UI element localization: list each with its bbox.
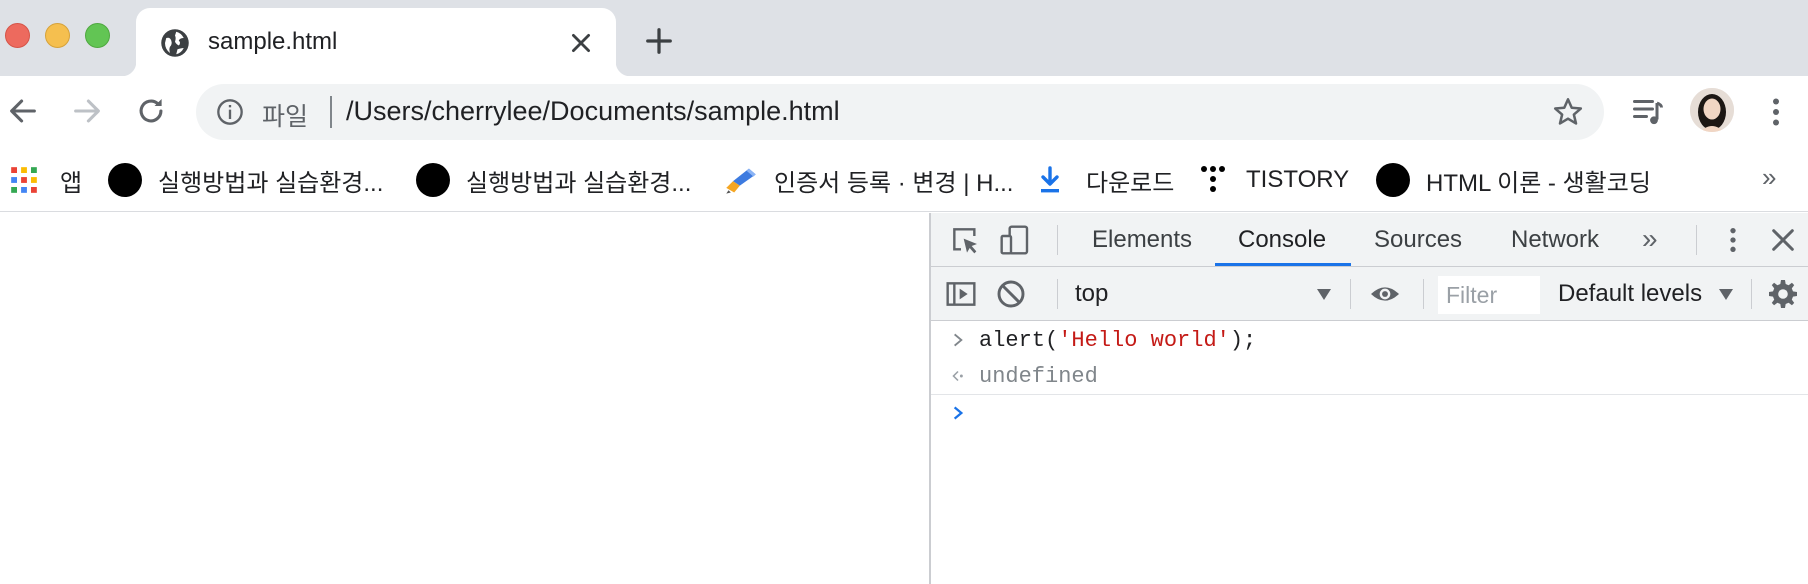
tab-title: sample.html xyxy=(208,28,338,55)
info-icon[interactable] xyxy=(216,98,244,126)
filter-input[interactable] xyxy=(1438,276,1540,314)
new-tab-plus-icon[interactable] xyxy=(644,26,674,56)
download-icon xyxy=(1041,166,1059,193)
console-result-text: undefined xyxy=(979,364,1098,389)
more-tabs-button[interactable]: » xyxy=(1642,223,1658,255)
star-icon[interactable] xyxy=(1552,96,1584,128)
prompt-chevron-icon xyxy=(953,406,964,420)
gear-icon[interactable] xyxy=(1767,278,1799,310)
window-maximize-button[interactable] xyxy=(85,23,110,48)
close-icon[interactable] xyxy=(1767,224,1799,256)
chevron-down-icon[interactable] xyxy=(1317,289,1331,300)
globe-icon xyxy=(161,29,189,57)
toolbar-divider xyxy=(1696,225,1697,255)
console-toolbar: top Default levels xyxy=(931,267,1808,321)
bookmark-label: 앱 xyxy=(60,169,83,197)
bookmark-item[interactable]: 다운로드 xyxy=(1038,162,1174,198)
inspect-element-icon[interactable] xyxy=(949,224,981,256)
toolbar-divider xyxy=(1751,279,1752,309)
bookmark-label: 다운로드 xyxy=(1086,169,1175,197)
kebab-menu-icon[interactable] xyxy=(1758,94,1794,130)
chevron-right-icon xyxy=(954,333,963,347)
tistory-icon xyxy=(1201,166,1225,192)
address-divider xyxy=(330,96,332,128)
console-prompt[interactable] xyxy=(931,396,1808,432)
profile-photo-icon xyxy=(1690,88,1734,132)
devtools-menu-icon[interactable] xyxy=(1717,224,1749,256)
devtools-tab-bar: Elements Console Sources Network » xyxy=(931,213,1808,267)
console-input-entry[interactable]: alert('Hello world'); xyxy=(931,323,1808,359)
arrow-right-icon[interactable] xyxy=(70,94,104,128)
code-string: 'Hello world' xyxy=(1058,328,1230,353)
code-token: alert( xyxy=(979,328,1059,353)
browser-tab[interactable]: sample.html xyxy=(122,8,630,76)
sidebar-toggle-icon[interactable] xyxy=(945,278,977,310)
bookmark-item[interactable]: 실행방법과 실습환경... xyxy=(416,162,691,198)
bookmark-apps[interactable]: 앱 xyxy=(10,162,82,198)
device-toolbar-icon[interactable] xyxy=(999,224,1031,256)
devtools-panel: Elements Console Sources Network » top F… xyxy=(929,213,1808,584)
chevron-down-icon[interactable] xyxy=(1719,289,1733,300)
toolbar-divider xyxy=(1057,225,1058,255)
log-levels-dropdown[interactable]: Default levels xyxy=(1558,280,1702,308)
media-queue-icon[interactable] xyxy=(1630,94,1666,130)
toolbar-divider xyxy=(1057,279,1058,309)
browser-toolbar: 파일 /Users/cherrylee/Documents/sample.htm… xyxy=(0,76,1808,148)
bookmark-item[interactable]: TISTORY xyxy=(1200,162,1349,198)
active-tab-indicator xyxy=(1215,263,1351,266)
bookmark-label: 실행방법과 실습환경... xyxy=(158,169,384,197)
context-selector[interactable]: top xyxy=(1075,280,1108,308)
cert-pen-icon xyxy=(726,168,756,194)
window-minimize-button[interactable] xyxy=(45,23,70,48)
reload-icon[interactable] xyxy=(134,94,168,128)
address-bar[interactable]: 파일 /Users/cherrylee/Documents/sample.htm… xyxy=(196,84,1604,140)
close-icon[interactable] xyxy=(568,30,594,56)
bookmark-label: TISTORY xyxy=(1246,166,1350,193)
bookmark-label: HTML 이론 - 생활코딩 xyxy=(1426,169,1651,197)
bookmarks-bar: 앱 실행방법과 실습환경... 실행방법과 실습환경... 인증서 등록 · 변… xyxy=(0,148,1808,212)
tab-strip: sample.html xyxy=(0,0,1808,76)
apps-grid-icon xyxy=(11,167,37,193)
black-circle-icon xyxy=(416,163,450,197)
bookmarks-overflow-button[interactable]: » xyxy=(1762,162,1776,193)
eye-icon[interactable] xyxy=(1369,278,1401,310)
bookmark-item[interactable]: 인증서 등록 · 변경 | H... xyxy=(724,162,1013,198)
bookmark-item[interactable]: 실행방법과 실습환경... xyxy=(108,162,383,198)
toolbar-divider xyxy=(1350,279,1351,309)
black-circle-icon xyxy=(108,163,142,197)
bookmark-label: 인증서 등록 · 변경 | H... xyxy=(774,169,1014,197)
url-text[interactable]: /Users/cherrylee/Documents/sample.html xyxy=(346,96,840,127)
clear-console-icon[interactable] xyxy=(995,278,1027,310)
window-close-button[interactable] xyxy=(5,23,30,48)
black-circle-icon xyxy=(1376,163,1410,197)
tab-console[interactable]: Console xyxy=(1238,226,1326,254)
filter-input-wrapper xyxy=(1438,276,1540,314)
code-token: ); xyxy=(1229,328,1257,353)
scheme-label: 파일 xyxy=(262,103,309,131)
console-result-entry[interactable]: undefined xyxy=(931,359,1808,395)
return-arrow-icon xyxy=(952,370,963,382)
toolbar-divider xyxy=(1423,279,1424,309)
page-viewport[interactable] xyxy=(0,213,929,584)
arrow-left-icon[interactable] xyxy=(6,94,40,128)
avatar[interactable] xyxy=(1690,88,1734,132)
tab-sources[interactable]: Sources xyxy=(1374,226,1462,254)
tab-elements[interactable]: Elements xyxy=(1092,226,1192,254)
tab-network[interactable]: Network xyxy=(1511,226,1599,254)
bookmark-item[interactable]: HTML 이론 - 생활코딩 xyxy=(1376,162,1651,198)
bookmark-label: 실행방법과 실습환경... xyxy=(466,169,692,197)
